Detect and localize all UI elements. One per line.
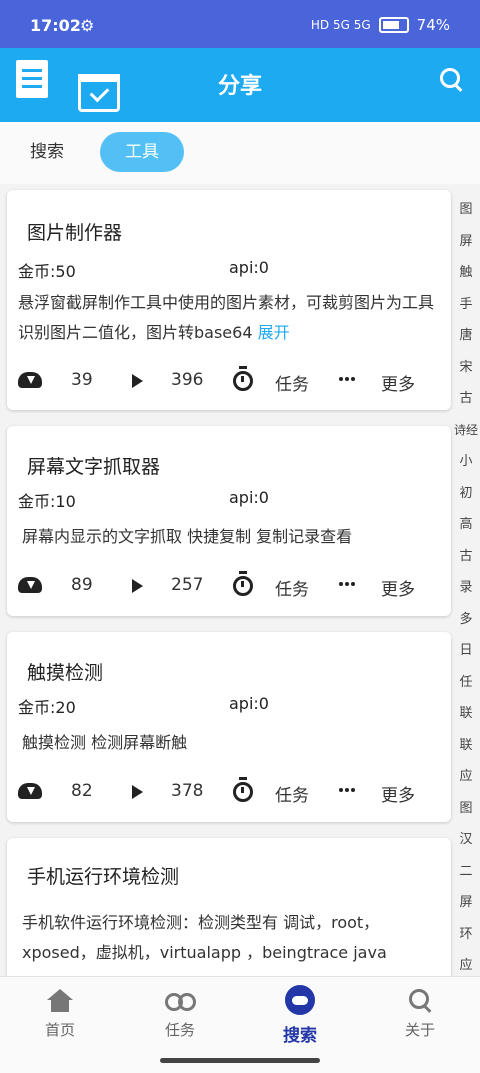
index-letter[interactable]: 唐	[452, 320, 480, 352]
page-title: 分享	[217, 74, 262, 99]
tool-name: 触摸检测	[27, 662, 104, 684]
task-button[interactable]: 任务	[275, 575, 309, 600]
status-time: 17:02	[30, 16, 81, 35]
tool-api: api:0	[229, 258, 269, 277]
index-letter[interactable]: 应	[452, 761, 480, 793]
battery-icon	[378, 17, 409, 33]
timer-icon[interactable]	[233, 366, 253, 391]
index-letter[interactable]: 联	[452, 698, 480, 730]
tool-card[interactable]: 屏幕文字抓取器 金币:10 api:0 屏幕内显示的文字抓取 快捷复制 复制记录…	[7, 426, 451, 616]
tool-actions: 82 378 任务 更多	[7, 777, 451, 807]
index-letter[interactable]: 日	[452, 635, 480, 667]
download-icon[interactable]	[18, 783, 42, 799]
index-letter[interactable]: 任	[452, 667, 480, 699]
index-letter[interactable]: 应	[452, 950, 480, 976]
download-count: 39	[71, 370, 93, 390]
tool-coins: 金币:20	[18, 698, 76, 717]
tab-search[interactable]: 搜索	[30, 132, 64, 172]
home-icon	[45, 989, 75, 1013]
nav-about[interactable]: 关于	[360, 989, 480, 1040]
app-bar: 分享	[0, 48, 480, 122]
nav-tasks[interactable]: 任务	[120, 989, 240, 1040]
download-icon[interactable]	[18, 372, 42, 388]
tool-api: api:0	[229, 488, 269, 507]
index-letter[interactable]: 联	[452, 730, 480, 762]
nav-label: 搜索	[283, 1026, 317, 1046]
status-bar: 17:02 ⚙ HD 5G 5G 74%	[0, 0, 480, 48]
battery-percent: 74%	[416, 16, 450, 34]
tool-card[interactable]: 图片制作器 金币:50 api:0 悬浮窗截屏制作工具中使用的图片素材，可裁剪图…	[7, 190, 451, 410]
infinity-icon	[165, 989, 196, 1013]
play-count: 378	[171, 781, 204, 801]
nav-search[interactable]: 搜索	[240, 985, 360, 1046]
index-letter[interactable]: 多	[452, 604, 480, 636]
gear-icon: ⚙	[80, 16, 95, 35]
signal-indicator: HD 5G 5G	[310, 18, 371, 32]
download-count: 89	[71, 575, 93, 595]
index-letter[interactable]: 屏	[452, 887, 480, 919]
tool-api: api:0	[229, 694, 269, 713]
timer-icon[interactable]	[233, 777, 253, 802]
more-button[interactable]: 更多	[381, 370, 415, 395]
task-button[interactable]: 任务	[275, 781, 309, 806]
search-icon	[405, 989, 435, 1013]
tool-actions: 39 396 任务 更多	[7, 366, 451, 396]
index-letter[interactable]: 图	[452, 793, 480, 825]
more-button[interactable]: 更多	[381, 781, 415, 806]
tool-description: 手机软件运行环境检测：检测类型有 调试，root，xposed，虚拟机，virt…	[22, 913, 387, 962]
tab-bar: 搜索 工具	[0, 122, 480, 184]
tool-list[interactable]: 图片制作器 金币:50 api:0 悬浮窗截屏制作工具中使用的图片素材，可裁剪图…	[0, 184, 458, 976]
search-icon[interactable]	[440, 68, 463, 92]
index-letter[interactable]: 高	[452, 509, 480, 541]
index-letter[interactable]: 屏	[452, 226, 480, 258]
index-letter[interactable]: 古	[452, 541, 480, 573]
cloud-icon	[285, 985, 315, 1015]
download-icon[interactable]	[18, 577, 42, 593]
tool-name: 图片制作器	[27, 222, 123, 244]
tool-coins: 金币:50	[18, 262, 76, 281]
index-letter[interactable]: 宋	[452, 352, 480, 384]
more-dots-icon[interactable]	[339, 377, 355, 381]
nav-label: 首页	[44, 1021, 75, 1039]
index-letter[interactable]: 环	[452, 919, 480, 951]
index-letter[interactable]: 手	[452, 289, 480, 321]
more-dots-icon[interactable]	[339, 788, 355, 792]
gesture-bar[interactable]	[160, 1058, 320, 1063]
play-icon[interactable]	[132, 579, 143, 593]
task-button[interactable]: 任务	[275, 370, 309, 395]
index-letter[interactable]: 汉	[452, 824, 480, 856]
expand-link[interactable]: 展开	[258, 323, 290, 342]
tool-name: 手机运行环境检测	[27, 866, 180, 888]
index-letter[interactable]: 录	[452, 572, 480, 604]
more-dots-icon[interactable]	[339, 582, 355, 586]
tool-description-text: 悬浮窗截屏制作工具中使用的图片素材，可裁剪图片为工具识别图片二值化，图片转bas…	[18, 293, 435, 342]
index-letter[interactable]: 图	[452, 194, 480, 226]
index-letter[interactable]: 触	[452, 257, 480, 289]
index-letter[interactable]: 古	[452, 383, 480, 415]
tool-description: 悬浮窗截屏制作工具中使用的图片素材，可裁剪图片为工具识别图片二值化，图片转bas…	[18, 288, 438, 348]
play-icon[interactable]	[132, 785, 143, 799]
tool-card[interactable]: 触摸检测 金币:20 api:0 触摸检测 检测屏幕断触 82 378 任务 更…	[7, 632, 451, 822]
index-letter[interactable]: 诗经	[452, 415, 480, 447]
timer-icon[interactable]	[233, 571, 253, 596]
tool-description: 屏幕内显示的文字抓取 快捷复制 复制记录查看	[22, 527, 353, 546]
nav-home[interactable]: 首页	[0, 989, 120, 1040]
tool-name: 屏幕文字抓取器	[27, 456, 161, 478]
play-count: 396	[171, 370, 204, 390]
more-button[interactable]: 更多	[381, 575, 415, 600]
nav-label: 关于	[404, 1021, 435, 1039]
tab-tools[interactable]: 工具	[100, 132, 184, 172]
index-letter[interactable]: 小	[452, 446, 480, 478]
index-letter[interactable]: 二	[452, 856, 480, 888]
tool-coins: 金币:10	[18, 492, 76, 511]
play-icon[interactable]	[132, 374, 143, 388]
tool-actions: 89 257 任务 更多	[7, 571, 451, 601]
play-count: 257	[171, 575, 204, 595]
index-sidebar[interactable]: 图 屏 触 手 唐 宋 古 诗经 小 初 高 古 录 多 日 任 联 联 应 图…	[452, 194, 480, 976]
tool-description: 触摸检测 检测屏幕断触	[22, 733, 188, 752]
nav-label: 任务	[164, 1021, 195, 1039]
download-count: 82	[71, 781, 93, 801]
tool-card[interactable]: 手机运行环境检测 手机软件运行环境检测：检测类型有 调试，root，xposed…	[7, 838, 451, 976]
index-letter[interactable]: 初	[452, 478, 480, 510]
